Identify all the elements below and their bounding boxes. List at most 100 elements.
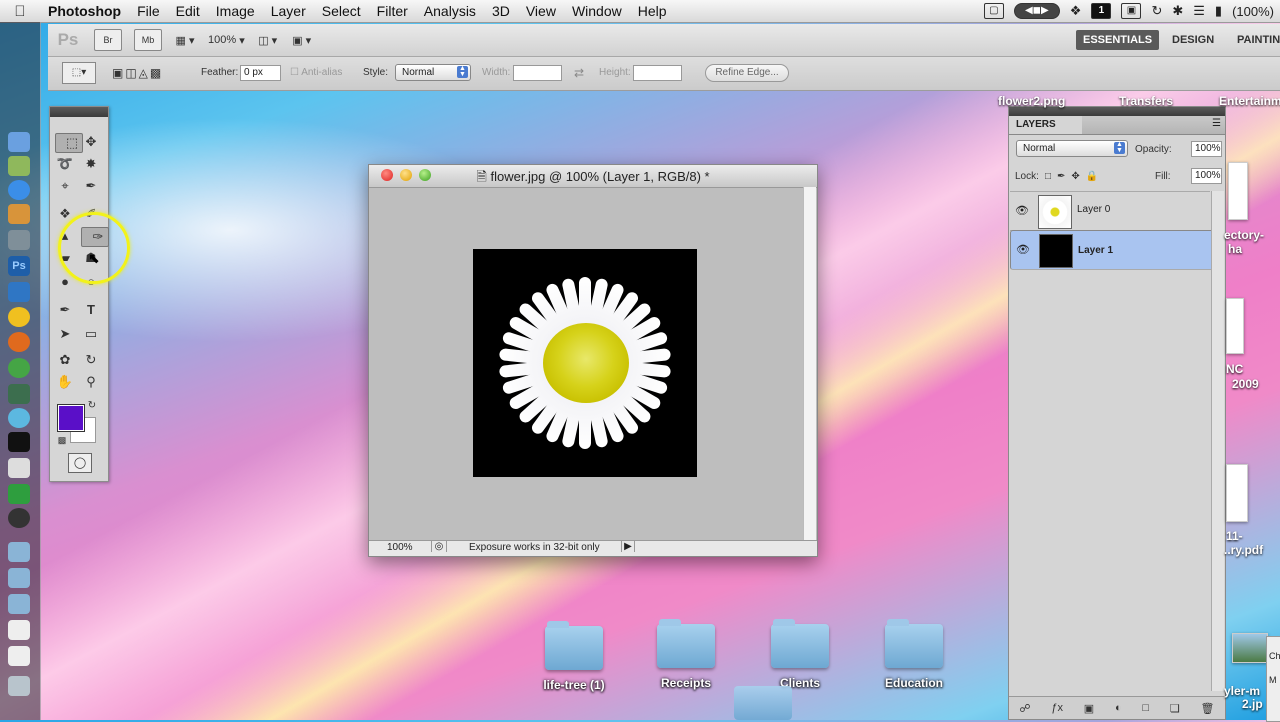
firefox-icon[interactable] <box>8 332 30 352</box>
document-icon[interactable] <box>8 646 30 666</box>
zoom-percent[interactable]: 100% <box>387 542 413 553</box>
marquee-tool-icon[interactable]: ⬚ <box>55 133 83 153</box>
screen-icon[interactable]: ▢ <box>983 3 1004 19</box>
desktop-folder-clients[interactable]: Clients <box>760 619 840 690</box>
apple-menu-icon[interactable]:  <box>0 3 40 20</box>
height-input[interactable] <box>633 65 682 81</box>
cyberduck-icon[interactable] <box>8 307 30 327</box>
desktop-label[interactable]: flower2.png <box>998 94 1065 108</box>
desktop-label[interactable]: ectory- <box>1224 228 1264 242</box>
desktop-label[interactable]: 11- <box>1226 529 1243 543</box>
desktop-folder-life-tree[interactable]: life-tree (1) <box>534 621 614 692</box>
visibility-eye-icon[interactable]: 👁 <box>1014 204 1030 217</box>
workspace-design[interactable]: DESIGN <box>1165 30 1221 50</box>
3d-rotate-tool-icon[interactable]: ✿ <box>55 351 75 369</box>
finder-icon[interactable] <box>8 132 30 152</box>
desktop-folder-receipts[interactable]: Receipts <box>646 619 726 690</box>
menu-layer[interactable]: Layer <box>263 3 314 19</box>
desktop-label[interactable]: yler-m <box>1224 684 1260 698</box>
folder-icon[interactable] <box>8 542 30 562</box>
image-file-icon[interactable] <box>1232 633 1268 663</box>
selection-mode-icons[interactable]: ▣◫◬▩ <box>112 65 163 81</box>
menu-photoshop[interactable]: Photoshop <box>40 3 129 19</box>
swap-colors-icon[interactable]: ↻ <box>82 397 102 415</box>
bluetooth-icon[interactable]: ✱ <box>1172 3 1183 19</box>
photoshop-icon[interactable]: Ps <box>8 256 30 276</box>
menu-3d[interactable]: 3D <box>484 3 518 19</box>
activity-monitor-icon[interactable] <box>8 384 30 404</box>
screen-mode-button[interactable]: ▣ ▾ <box>291 30 313 50</box>
path-selection-tool-icon[interactable]: ➤ <box>55 325 75 343</box>
menu-help[interactable]: Help <box>630 3 675 19</box>
hand-tool-icon[interactable]: ✋ <box>55 373 75 391</box>
image-canvas[interactable] <box>473 249 697 477</box>
menu-view[interactable]: View <box>518 3 564 19</box>
menu-filter[interactable]: Filter <box>369 3 416 19</box>
workspace-painting[interactable]: PAINTIN <box>1230 30 1280 50</box>
desktop-folder-education[interactable]: Education <box>874 619 954 690</box>
view-extras-button[interactable]: ▦ ▾ <box>174 30 196 50</box>
chrome-icon[interactable] <box>8 358 30 378</box>
panel-menu-icon[interactable]: ☰ <box>1212 118 1221 129</box>
folder-icon[interactable] <box>734 686 792 720</box>
terminal-icon[interactable] <box>8 432 30 452</box>
tools-panel-header[interactable] <box>50 107 108 117</box>
folder-icon[interactable] <box>8 568 30 588</box>
blend-mode-select[interactable]: Normal ▲ ▼ <box>1016 140 1128 157</box>
crop-tool-icon[interactable]: ⌖ <box>55 177 75 195</box>
preview-icon[interactable] <box>8 156 30 176</box>
tool-preset-picker[interactable]: ⬚▾ <box>62 62 96 84</box>
status-menu-arrow-icon[interactable]: ▶ <box>621 541 635 552</box>
layer-row-0[interactable]: 👁 Layer 0 <box>1010 191 1210 231</box>
menu-analysis[interactable]: Analysis <box>416 3 484 19</box>
battery-icon[interactable]: ▮ <box>1215 3 1222 19</box>
lasso-tool-icon[interactable]: ➰ <box>55 155 75 173</box>
clock-icon[interactable] <box>8 508 30 528</box>
desktop-label[interactable]: 2.jp <box>1242 697 1263 711</box>
foreground-color-swatch[interactable] <box>57 404 85 432</box>
visibility-eye-icon[interactable]: 👁 <box>1015 243 1031 256</box>
folder-icon[interactable] <box>8 594 30 614</box>
time-machine-icon[interactable]: ↻ <box>1151 3 1162 19</box>
pdf-file-icon[interactable] <box>1226 464 1248 522</box>
layer-row-1[interactable]: 👁 Layer 1 <box>1010 230 1218 270</box>
document-title-bar[interactable]: 🗎 flower.jpg @ 100% (Layer 1, RGB/8) * <box>369 165 817 188</box>
desktop-file-icon[interactable] <box>1228 162 1248 220</box>
refine-edge-button[interactable]: Refine Edge... <box>705 64 789 82</box>
menu-select[interactable]: Select <box>314 3 369 19</box>
feather-input[interactable]: 0 px <box>240 65 281 81</box>
display-icon[interactable]: ▣ <box>1121 3 1142 19</box>
swap-icon[interactable]: ⇄ <box>574 65 584 81</box>
fill-input[interactable]: 100% <box>1191 168 1222 184</box>
shape-tool-icon[interactable]: ▭ <box>81 325 101 343</box>
type-tool-icon[interactable]: T <box>81 301 101 319</box>
itunes-icon[interactable] <box>8 180 30 200</box>
zoom-tool-icon[interactable]: ⚲ <box>81 373 101 391</box>
media-controls-icon[interactable]: ◀◼▶ <box>1013 3 1060 19</box>
layer-mask-icon[interactable]: ▣ <box>1084 702 1094 715</box>
width-input[interactable] <box>513 65 562 81</box>
settings-icon[interactable] <box>8 230 30 250</box>
delete-layer-icon[interactable]: 🗑 <box>1201 702 1215 715</box>
script-icon[interactable] <box>8 458 30 478</box>
wifi-icon[interactable]: ☰ <box>1193 3 1205 19</box>
app-w-icon[interactable] <box>8 282 30 302</box>
workspace-essentials[interactable]: ESSENTIALS <box>1076 30 1160 50</box>
dropbox-icon[interactable]: ❖ <box>1070 3 1082 19</box>
opacity-input[interactable]: 100% <box>1191 141 1222 157</box>
desktop-label[interactable]: Entertainm <box>1219 94 1280 108</box>
3d-orbit-tool-icon[interactable]: ↻ <box>81 351 101 369</box>
desktop-file-icon[interactable] <box>1226 298 1244 354</box>
trash-icon[interactable] <box>8 676 30 696</box>
antialias-checkbox[interactable]: ☐ Anti-alias <box>290 65 342 81</box>
badge-icon[interactable]: 1 <box>1091 3 1112 19</box>
globe-icon[interactable] <box>8 408 30 428</box>
layer-style-icon[interactable]: ƒx <box>1051 702 1063 714</box>
document-icon[interactable] <box>8 620 30 640</box>
quick-mask-icon[interactable]: ◯ <box>68 453 92 473</box>
bridge-button[interactable]: Br <box>94 29 122 51</box>
zoom-level-select[interactable]: 100% ▾ <box>208 30 245 50</box>
photos-icon[interactable] <box>8 204 30 224</box>
menu-file[interactable]: File <box>129 3 168 19</box>
partial-window[interactable]: Ch M <box>1266 636 1280 722</box>
